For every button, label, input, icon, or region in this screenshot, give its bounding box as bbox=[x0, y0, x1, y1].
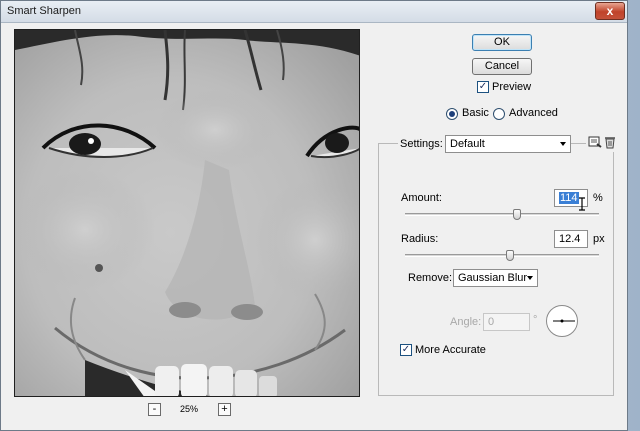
remove-select[interactable]: Gaussian Blur bbox=[453, 269, 538, 287]
angle-unit: ° bbox=[533, 314, 538, 326]
chevron-down-icon bbox=[527, 276, 533, 280]
close-button[interactable]: x bbox=[595, 2, 625, 20]
angle-value: 0 bbox=[488, 316, 495, 328]
settings-value: Default bbox=[450, 138, 485, 150]
radius-value: 12.4 bbox=[559, 233, 581, 245]
cancel-button[interactable]: Cancel bbox=[472, 58, 532, 75]
radius-input[interactable]: 12.4 bbox=[554, 230, 588, 248]
remove-label: Remove: bbox=[408, 272, 453, 284]
amount-slider-track[interactable] bbox=[405, 213, 599, 216]
preview-label: Preview bbox=[492, 81, 532, 93]
save-settings-icon bbox=[588, 136, 602, 148]
zoom-in-button[interactable]: + bbox=[218, 403, 231, 416]
preview-checkbox[interactable]: ✓ bbox=[477, 81, 489, 93]
more-accurate-checkbox[interactable]: ✓ bbox=[400, 344, 412, 356]
check-icon: ✓ bbox=[401, 344, 411, 355]
settings-select[interactable]: Default bbox=[445, 135, 571, 153]
amount-value: 114 bbox=[559, 192, 579, 204]
angle-label: Angle: bbox=[450, 316, 482, 328]
more-accurate-label: More Accurate bbox=[415, 344, 486, 356]
radius-unit: px bbox=[593, 233, 605, 245]
save-settings-button[interactable] bbox=[586, 135, 604, 152]
radius-slider-thumb[interactable] bbox=[506, 250, 515, 261]
close-icon: x bbox=[606, 4, 614, 18]
amount-slider-thumb[interactable] bbox=[513, 209, 522, 220]
angle-input[interactable]: 0 bbox=[483, 313, 530, 331]
radius-slider-track[interactable] bbox=[405, 254, 599, 257]
advanced-radio[interactable] bbox=[493, 108, 505, 120]
amount-unit: % bbox=[593, 192, 603, 204]
radius-label: Radius: bbox=[401, 233, 439, 245]
advanced-label: Advanced bbox=[509, 107, 558, 119]
check-icon: ✓ bbox=[478, 81, 488, 92]
ok-button[interactable]: OK bbox=[472, 34, 532, 51]
remove-value: Gaussian Blur bbox=[458, 272, 528, 284]
chevron-down-icon bbox=[560, 142, 566, 146]
delete-settings-icon bbox=[605, 137, 615, 149]
basic-label: Basic bbox=[462, 107, 489, 119]
zoom-out-button[interactable]: - bbox=[148, 403, 161, 416]
titlebar: Smart Sharpen x bbox=[1, 1, 627, 23]
minus-icon: - bbox=[152, 403, 157, 415]
zoom-level: 25% bbox=[180, 404, 199, 414]
amount-label: Amount: bbox=[401, 192, 442, 204]
delete-settings-button[interactable] bbox=[604, 135, 616, 152]
preview-pane[interactable] bbox=[14, 29, 360, 397]
angle-dial-icon[interactable] bbox=[545, 304, 579, 338]
plus-icon: + bbox=[221, 403, 228, 415]
settings-label: Settings: bbox=[398, 138, 445, 150]
basic-radio[interactable] bbox=[446, 108, 458, 120]
preview-image bbox=[15, 30, 359, 396]
text-cursor-icon bbox=[579, 197, 585, 211]
window-title: Smart Sharpen bbox=[7, 5, 81, 17]
smart-sharpen-dialog: Smart Sharpen x - 25% + OK Cancel ✓ Prev… bbox=[0, 0, 628, 431]
